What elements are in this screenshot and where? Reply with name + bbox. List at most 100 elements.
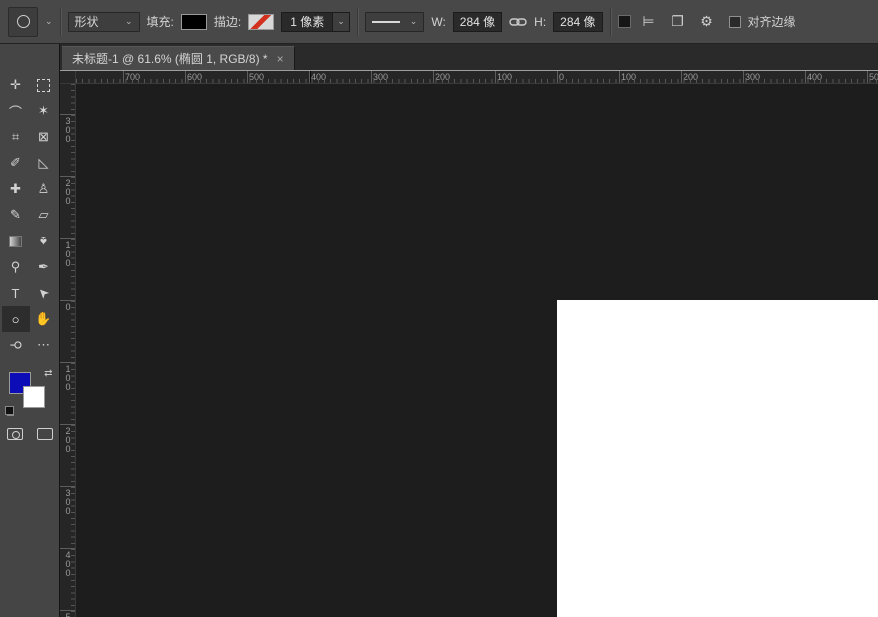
options-bar: ⌄ 形状 ⌄ 填充: 描边: 1 像素 ⌄ ⌄ W: 284 像 H: 284 … <box>0 0 878 44</box>
stroke-width-input[interactable]: 1 像素 ⌄ <box>281 11 350 32</box>
default-colors-icon[interactable] <box>4 406 14 416</box>
stroke-line-icon <box>371 20 400 23</box>
ruler-number: 600 <box>187 72 203 82</box>
ruler-number: 400 <box>311 72 327 82</box>
link-dimensions-icon[interactable] <box>509 17 527 27</box>
ruler-number: 400 <box>807 72 823 82</box>
background-color-swatch[interactable] <box>22 386 45 408</box>
more-tools[interactable]: ⋯ <box>30 332 58 358</box>
ruler-tool[interactable]: ◺ <box>30 150 58 176</box>
stroke-swatch[interactable] <box>248 13 275 30</box>
ruler-tick <box>371 71 372 83</box>
ellipse-tool[interactable]: ○ <box>1 306 30 332</box>
frame-tool[interactable]: ⊠ <box>30 124 58 150</box>
brush-tool[interactable]: ✎ <box>2 202 30 228</box>
ruler-cursor-indicator <box>310 71 311 83</box>
hand-tool[interactable]: ✋ <box>30 306 58 332</box>
width-value: 284 像 <box>459 15 496 29</box>
chevron-down-icon: ⌄ <box>125 16 133 26</box>
ruler-tick <box>60 548 75 549</box>
pen-tool[interactable]: ✒ <box>30 254 58 280</box>
brush-tool-icon: ✎ <box>10 207 21 222</box>
type-tool[interactable]: T <box>2 280 30 306</box>
tools-panel: ✛ ⌒ ✶ ⌗ ⊠ ✐ ◺ ✚ ♙ ✎ ▱ ♠ ⚲ ✒ T ➤ ○ ✋ ⚲ ⋯ ⇄ <box>0 44 60 617</box>
crop-tool-icon: ⌗ <box>11 129 20 144</box>
rectangular-marquee-tool[interactable] <box>30 72 58 98</box>
move-tool[interactable]: ✛ <box>2 72 30 98</box>
eraser-tool[interactable]: ▱ <box>30 202 58 228</box>
blur-tool[interactable]: ♠ <box>30 228 58 254</box>
healing-brush-tool[interactable]: ✚ <box>2 176 30 202</box>
ruler-number: 0 <box>63 302 73 311</box>
crop-tool[interactable]: ⌗ <box>2 124 30 150</box>
lasso-tool[interactable]: ⌒ <box>2 98 30 124</box>
divider <box>609 7 611 36</box>
swap-colors-icon[interactable]: ⇄ <box>44 368 52 379</box>
frame-tool-icon: ⊠ <box>38 129 49 144</box>
document-tab[interactable]: 未标题-1 @ 61.6% (椭圆 1, RGB/8) * × <box>62 46 295 70</box>
ruler-origin-corner[interactable] <box>60 71 76 84</box>
ruler-number: 100 <box>621 72 637 82</box>
ruler-tick <box>60 176 75 177</box>
ruler-tick <box>60 610 75 611</box>
path-arrangement-button[interactable]: ❐ <box>667 13 689 30</box>
ruler-tick <box>247 71 248 83</box>
align-edges-checkbox[interactable] <box>728 15 741 28</box>
settings-gear-icon[interactable]: ⚙ <box>696 13 718 30</box>
quick-mask-button[interactable] <box>6 428 23 440</box>
dodge-tool[interactable]: ⚲ <box>2 254 30 280</box>
ruler-tick <box>433 71 434 83</box>
eyedropper-tool[interactable]: ✐ <box>2 150 30 176</box>
tool-preset-button[interactable] <box>8 6 38 37</box>
ruler-tick <box>805 71 806 83</box>
lasso-tool-icon: ⌒ <box>8 104 22 120</box>
ruler-number: 500 <box>869 72 878 82</box>
clone-stamp-tool[interactable]: ♙ <box>30 176 58 202</box>
document-canvas[interactable] <box>557 300 878 617</box>
ruler-number: 100 <box>63 240 73 267</box>
stroke-label: 描边: <box>213 15 242 29</box>
close-tab-icon[interactable]: × <box>277 52 284 66</box>
ruler-number: 300 <box>745 72 761 82</box>
quick-selection-tool[interactable]: ✶ <box>30 98 58 124</box>
zoom-tool[interactable]: ⚲ <box>2 332 30 358</box>
path-selection-tool[interactable]: ➤ <box>30 280 58 306</box>
canvas-area[interactable] <box>76 84 878 617</box>
fill-label: 填充: <box>146 15 174 29</box>
ruler-tick <box>619 71 620 83</box>
width-input[interactable]: 284 像 <box>452 11 503 32</box>
path-operations-button[interactable] <box>617 15 631 28</box>
ruler-tick <box>60 238 75 239</box>
photoshop-app: ⌄ 形状 ⌄ 填充: 描边: 1 像素 ⌄ ⌄ W: 284 像 H: 284 … <box>0 0 878 617</box>
move-tool-icon: ✛ <box>10 77 21 92</box>
blur-tool-icon: ♠ <box>40 233 47 249</box>
height-input[interactable]: 284 像 <box>553 11 603 32</box>
divider <box>356 7 358 36</box>
ruler-tick <box>123 71 124 83</box>
stroke-width-dropdown[interactable]: ⌄ <box>332 12 349 31</box>
stroke-type-select[interactable]: ⌄ <box>364 11 425 32</box>
ruler-tick <box>60 362 75 363</box>
width-label: W: <box>431 14 446 29</box>
chevron-down-icon: ⌄ <box>337 16 345 26</box>
tool-mode-select[interactable]: 形状 ⌄ <box>67 11 140 32</box>
clone-stamp-tool-icon: ♙ <box>37 181 50 196</box>
ruler-tick <box>681 71 682 83</box>
vertical-ruler[interactable]: 3002001000100200300400500600 <box>60 84 76 617</box>
path-alignment-button[interactable]: ⊨ <box>638 13 660 30</box>
tool-mode-value: 形状 <box>74 15 99 29</box>
screen-mode-button[interactable] <box>36 428 53 440</box>
quick-selection-tool-icon: ✶ <box>38 103 49 118</box>
ruler-tick <box>495 71 496 83</box>
chevron-down-icon[interactable]: ⌄ <box>45 17 53 26</box>
ruler-tick <box>60 114 75 115</box>
ruler-number: 300 <box>373 72 389 82</box>
ruler-number: 400 <box>63 550 73 577</box>
fill-swatch[interactable] <box>180 13 207 30</box>
ruler-number: 300 <box>63 488 73 515</box>
gradient-tool[interactable] <box>2 228 30 254</box>
horizontal-ruler[interactable]: 700 600 500 400 300 200 100 0 100 200 300 400 500 <box>76 71 878 84</box>
gradient-tool-icon <box>9 235 22 247</box>
height-label: H: <box>534 14 547 29</box>
hand-tool-icon: ✋ <box>35 311 52 326</box>
